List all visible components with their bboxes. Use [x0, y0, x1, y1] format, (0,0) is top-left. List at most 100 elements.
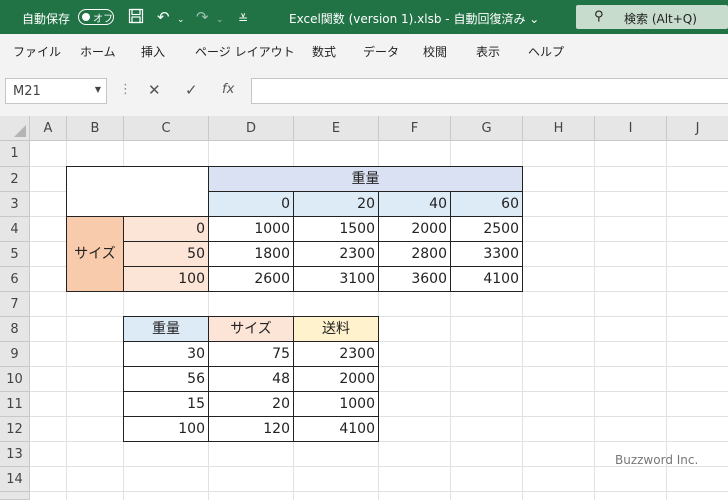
row-header-6[interactable]: 6: [0, 267, 30, 292]
name-box[interactable]: M21 ▼: [5, 78, 107, 104]
tab-help[interactable]: ヘルプ: [528, 43, 564, 60]
autosave-toggle-state: オフ: [93, 14, 113, 25]
insert-function-icon[interactable]: fx: [222, 82, 234, 97]
column-header-d[interactable]: D: [209, 116, 294, 141]
tab-insert[interactable]: 挿入: [141, 43, 165, 60]
table1-cell[interactable]: 4100: [450, 266, 523, 292]
column-header-j[interactable]: J: [667, 116, 728, 141]
toggle-knob: [82, 13, 90, 21]
row-header-3[interactable]: 3: [0, 192, 30, 217]
formula-bar: M21 ▼ ⋮ ✕ ✓ fx: [0, 68, 728, 116]
table1-cell[interactable]: 2800: [378, 241, 451, 267]
column-header-b[interactable]: B: [67, 116, 124, 141]
formula-input[interactable]: [251, 78, 728, 104]
tab-home[interactable]: ホーム: [80, 43, 116, 60]
row-header-1[interactable]: 1: [0, 141, 30, 167]
tab-file[interactable]: ファイル: [13, 43, 61, 60]
table1-cell[interactable]: 2600: [208, 266, 294, 292]
column-header-a[interactable]: A: [30, 116, 67, 141]
row-header-11[interactable]: 11: [0, 392, 30, 417]
enter-icon[interactable]: ✓: [185, 81, 198, 99]
row-header-9[interactable]: 9: [0, 342, 30, 367]
row-header-12[interactable]: 12: [0, 417, 30, 442]
redo-icon[interactable]: ↷: [196, 8, 209, 26]
table1-weight-value[interactable]: 40: [378, 191, 451, 217]
table1-cell[interactable]: 3100: [293, 266, 379, 292]
autosave-toggle[interactable]: オフ: [78, 9, 114, 25]
table1-weight-value[interactable]: 60: [450, 191, 523, 217]
table1-size-label[interactable]: サイズ: [66, 216, 124, 292]
undo-dropdown-icon[interactable]: ⌄: [177, 11, 185, 29]
select-all-button[interactable]: [0, 116, 30, 141]
table1-weight-header[interactable]: 重量: [208, 166, 523, 192]
row-header-8[interactable]: 8: [0, 317, 30, 342]
name-box-value: M21: [13, 84, 41, 99]
column-header-h[interactable]: H: [523, 116, 595, 141]
save-icon[interactable]: [128, 8, 144, 28]
table2-cell[interactable]: 2000: [293, 366, 379, 392]
table1-size-value[interactable]: 100: [123, 266, 209, 292]
undo-icon[interactable]: ↶: [157, 8, 170, 26]
column-header-i[interactable]: I: [595, 116, 667, 141]
cancel-icon[interactable]: ✕: [148, 81, 161, 99]
table2-cell[interactable]: 120: [208, 416, 294, 442]
row-header-10[interactable]: 10: [0, 367, 30, 392]
table2-cell[interactable]: 15: [123, 391, 209, 417]
worksheet[interactable]: A B C D E F G H I J 1 2 3 4 5 6 7 8 9 10…: [0, 116, 728, 500]
row-header-15[interactable]: [0, 492, 30, 500]
column-header-g[interactable]: G: [451, 116, 523, 141]
table2-header-weight[interactable]: 重量: [123, 316, 209, 342]
table2-cell[interactable]: 4100: [293, 416, 379, 442]
table1-cell[interactable]: 1800: [208, 241, 294, 267]
table2-cell[interactable]: 20: [208, 391, 294, 417]
tab-data[interactable]: データ: [363, 43, 399, 60]
table2-cell[interactable]: 1000: [293, 391, 379, 417]
tab-view[interactable]: 表示: [476, 43, 500, 60]
table1-cell[interactable]: 3300: [450, 241, 523, 267]
gridline-v: [594, 141, 595, 500]
tab-review[interactable]: 校閲: [423, 43, 447, 60]
tab-page-layout[interactable]: ページ レイアウト: [195, 43, 295, 60]
watermark: Buzzword Inc.: [615, 453, 699, 467]
table2-cell[interactable]: 75: [208, 341, 294, 367]
table2-cell[interactable]: 100: [123, 416, 209, 442]
table1-cell[interactable]: 2300: [293, 241, 379, 267]
column-header-c[interactable]: C: [124, 116, 209, 141]
table1-corner-cell[interactable]: [66, 166, 209, 217]
formula-bar-grip-icon[interactable]: ⋮: [119, 82, 132, 97]
table1-weight-value[interactable]: 20: [293, 191, 379, 217]
redo-dropdown-icon[interactable]: ⌄: [216, 11, 224, 29]
table2-cell[interactable]: 2300: [293, 341, 379, 367]
table1-size-value[interactable]: 50: [123, 241, 209, 267]
gridline-v: [666, 141, 667, 500]
table2-cell[interactable]: 56: [123, 366, 209, 392]
table1-cell[interactable]: 3600: [378, 266, 451, 292]
row-header-4[interactable]: 4: [0, 217, 30, 242]
row-header-13[interactable]: 13: [0, 442, 30, 467]
table1-cell[interactable]: 2000: [378, 216, 451, 242]
table2-cell[interactable]: 30: [123, 341, 209, 367]
table2-header-postage[interactable]: 送料: [293, 316, 379, 342]
name-box-dropdown-icon[interactable]: ▼: [95, 85, 101, 94]
table1-cell[interactable]: 1000: [208, 216, 294, 242]
search-icon: ⚲: [594, 9, 604, 24]
table1-size-value[interactable]: 0: [123, 216, 209, 242]
table1-cell[interactable]: 1500: [293, 216, 379, 242]
table1-weight-value[interactable]: 0: [208, 191, 294, 217]
document-title[interactable]: Excel関数 (version 1).xlsb - 自動回復済み ⌄: [289, 10, 539, 27]
search-box[interactable]: ⚲ 検索 (Alt+Q): [576, 5, 728, 29]
table1-cell[interactable]: 2500: [450, 216, 523, 242]
search-placeholder: 検索 (Alt+Q): [624, 12, 697, 26]
column-header-f[interactable]: F: [379, 116, 451, 141]
row-header-14[interactable]: 14: [0, 467, 30, 492]
tab-formulas[interactable]: 数式: [312, 43, 336, 60]
select-all-triangle: [14, 125, 26, 137]
table2-header-size[interactable]: サイズ: [208, 316, 294, 342]
row-header-5[interactable]: 5: [0, 242, 30, 267]
column-header-e[interactable]: E: [294, 116, 379, 141]
autosave-label: 自動保存: [22, 12, 71, 26]
customize-toolbar-icon[interactable]: ≚: [238, 10, 248, 28]
row-header-2[interactable]: 2: [0, 167, 30, 192]
table2-cell[interactable]: 48: [208, 366, 294, 392]
row-header-7[interactable]: 7: [0, 292, 30, 317]
